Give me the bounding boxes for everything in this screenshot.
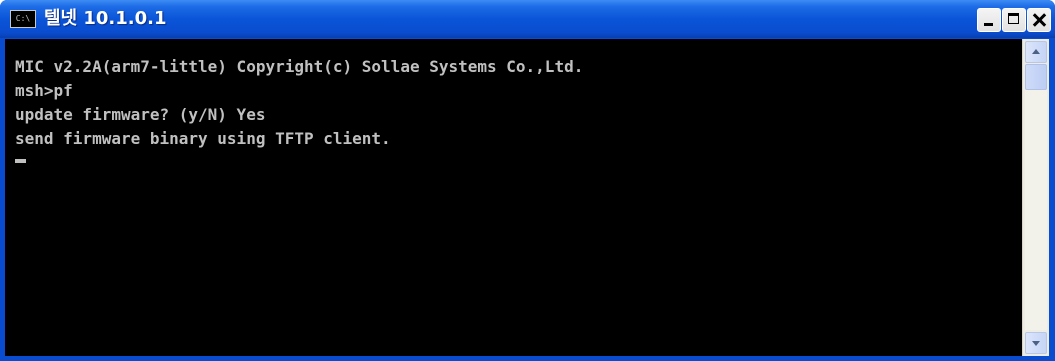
close-button[interactable] [1027, 8, 1051, 32]
title-bar[interactable]: C:\ 텔넷 10.1.0.1 [0, 0, 1055, 38]
console-icon[interactable]: C:\ [10, 10, 36, 28]
scroll-up-button[interactable] [1025, 41, 1047, 63]
console-line: send firmware binary using TFTP client. [15, 129, 391, 148]
console-line: MIC v2.2A(arm7-little) Copyright(c) Soll… [15, 57, 584, 76]
maximize-button[interactable] [1002, 8, 1026, 32]
telnet-window: C:\ 텔넷 10.1.0.1 MIC v2.2A(arm7-little) C… [0, 0, 1055, 361]
console-line: msh>pf [15, 81, 73, 100]
window-title: 텔넷 10.1.0.1 [44, 8, 167, 29]
minimize-button[interactable] [977, 8, 1001, 32]
scroll-thumb[interactable] [1025, 64, 1047, 90]
console-output[interactable]: MIC v2.2A(arm7-little) Copyright(c) Soll… [5, 39, 1022, 356]
console-line: update firmware? (y/N) Yes [15, 105, 266, 124]
scroll-down-button[interactable] [1025, 332, 1047, 354]
vertical-scrollbar[interactable] [1022, 39, 1049, 356]
text-cursor [15, 159, 26, 163]
scroll-track[interactable] [1025, 90, 1047, 330]
